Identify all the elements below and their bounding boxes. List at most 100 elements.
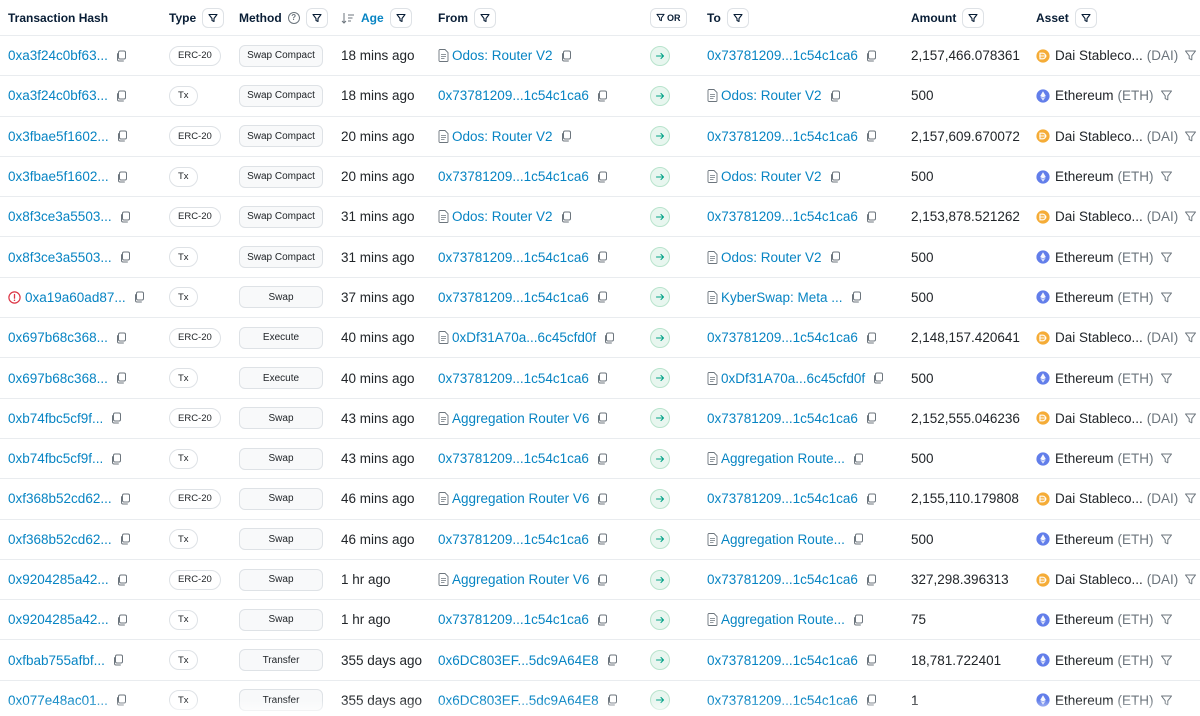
copy-icon[interactable] (850, 291, 862, 303)
tx-hash-link[interactable]: 0xf368b52cd62... (8, 532, 112, 547)
type-filter-button[interactable] (202, 7, 225, 28)
to-address-link[interactable]: 0x73781209...1c54c1ca6 (707, 572, 858, 587)
tx-hash-link[interactable]: 0x697b68c368... (8, 330, 108, 345)
amount-filter-button[interactable] (962, 7, 985, 28)
filter-icon[interactable] (1184, 412, 1197, 425)
copy-icon[interactable] (119, 493, 131, 505)
copy-icon[interactable] (112, 654, 124, 666)
from-address-link[interactable]: 0x73781209...1c54c1ca6 (438, 532, 589, 547)
copy-icon[interactable] (865, 50, 877, 62)
filter-icon[interactable] (1184, 130, 1197, 143)
header-age-label[interactable]: Age (361, 11, 384, 25)
filter-icon[interactable] (1160, 694, 1173, 707)
to-address-link[interactable]: Odos: Router V2 (721, 250, 822, 265)
asset-name-link[interactable]: Ethereum (1055, 371, 1114, 386)
from-address-link[interactable]: Odos: Router V2 (452, 209, 553, 224)
asset-name-link[interactable]: Dai Stableco... (1055, 491, 1143, 506)
copy-icon[interactable] (560, 130, 572, 142)
tx-hash-link[interactable]: 0xf368b52cd62... (8, 491, 112, 506)
from-address-link[interactable]: 0x73781209...1c54c1ca6 (438, 88, 589, 103)
from-address-link[interactable]: Aggregation Router V6 (452, 572, 589, 587)
to-address-link[interactable]: 0x73781209...1c54c1ca6 (707, 411, 858, 426)
from-address-link[interactable]: Aggregation Router V6 (452, 491, 589, 506)
copy-icon[interactable] (865, 412, 877, 424)
copy-icon[interactable] (596, 251, 608, 263)
to-address-link[interactable]: 0x73781209...1c54c1ca6 (707, 693, 858, 708)
copy-icon[interactable] (606, 654, 618, 666)
tx-hash-link[interactable]: 0xb74fbc5cf9f... (8, 411, 103, 426)
copy-icon[interactable] (596, 493, 608, 505)
asset-name-link[interactable]: Ethereum (1055, 290, 1114, 305)
from-address-link[interactable]: 0x6DC803EF...5dc9A64E8 (438, 693, 599, 708)
to-address-link[interactable]: Odos: Router V2 (721, 88, 822, 103)
tx-hash-link[interactable]: 0x9204285a42... (8, 572, 109, 587)
copy-icon[interactable] (596, 291, 608, 303)
to-address-link[interactable]: Odos: Router V2 (721, 169, 822, 184)
asset-name-link[interactable]: Ethereum (1055, 88, 1114, 103)
asset-name-link[interactable]: Ethereum (1055, 612, 1114, 627)
filter-icon[interactable] (1160, 89, 1173, 102)
from-address-link[interactable]: Odos: Router V2 (452, 129, 553, 144)
copy-icon[interactable] (119, 251, 131, 263)
tx-hash-link[interactable]: 0xb74fbc5cf9f... (8, 451, 103, 466)
tx-hash-link[interactable]: 0x077e48ac01... (8, 693, 108, 708)
tx-hash-link[interactable]: 0x3fbae5f1602... (8, 169, 109, 184)
copy-icon[interactable] (852, 614, 864, 626)
copy-icon[interactable] (852, 533, 864, 545)
to-address-link[interactable]: 0x73781209...1c54c1ca6 (707, 330, 858, 345)
tx-hash-link[interactable]: 0x8f3ce3a5503... (8, 250, 112, 265)
copy-icon[interactable] (865, 130, 877, 142)
tx-hash-link[interactable]: 0x8f3ce3a5503... (8, 209, 112, 224)
asset-filter-button[interactable] (1074, 7, 1097, 28)
copy-icon[interactable] (115, 694, 127, 706)
copy-icon[interactable] (596, 372, 608, 384)
from-address-link[interactable]: 0x73781209...1c54c1ca6 (438, 250, 589, 265)
filter-icon[interactable] (1184, 573, 1197, 586)
filter-icon[interactable] (1184, 492, 1197, 505)
copy-icon[interactable] (116, 130, 128, 142)
tx-hash-link[interactable]: 0xa3f24c0bf63... (8, 48, 108, 63)
copy-icon[interactable] (133, 291, 145, 303)
from-address-link[interactable]: Aggregation Router V6 (452, 411, 589, 426)
tx-hash-link[interactable]: 0xa3f24c0bf63... (8, 88, 108, 103)
copy-icon[interactable] (115, 372, 127, 384)
from-address-link[interactable]: 0x73781209...1c54c1ca6 (438, 290, 589, 305)
copy-icon[interactable] (115, 90, 127, 102)
filter-icon[interactable] (1160, 170, 1173, 183)
sort-icon[interactable] (341, 12, 355, 24)
asset-name-link[interactable]: Dai Stableco... (1055, 572, 1143, 587)
to-address-link[interactable]: Aggregation Route... (721, 532, 845, 547)
method-filter-button[interactable] (305, 7, 328, 28)
copy-icon[interactable] (603, 332, 615, 344)
to-address-link[interactable]: KyberSwap: Meta ... (721, 290, 843, 305)
asset-name-link[interactable]: Dai Stableco... (1055, 209, 1143, 224)
filter-icon[interactable] (1160, 533, 1173, 546)
copy-icon[interactable] (110, 453, 122, 465)
header-age[interactable]: Age (341, 7, 433, 28)
or-filter-button[interactable]: OR (650, 7, 687, 28)
copy-icon[interactable] (116, 574, 128, 586)
copy-icon[interactable] (596, 614, 608, 626)
copy-icon[interactable] (560, 50, 572, 62)
copy-icon[interactable] (865, 332, 877, 344)
filter-icon[interactable] (1184, 210, 1197, 223)
from-address-link[interactable]: 0x73781209...1c54c1ca6 (438, 169, 589, 184)
tx-hash-link[interactable]: 0x9204285a42... (8, 612, 109, 627)
copy-icon[interactable] (596, 533, 608, 545)
copy-icon[interactable] (115, 50, 127, 62)
to-address-link[interactable]: 0xDf31A70a...6c45cfd0f (721, 371, 865, 386)
copy-icon[interactable] (865, 211, 877, 223)
filter-icon[interactable] (1160, 291, 1173, 304)
copy-icon[interactable] (115, 332, 127, 344)
copy-icon[interactable] (829, 171, 841, 183)
from-address-link[interactable]: Odos: Router V2 (452, 48, 553, 63)
to-address-link[interactable]: 0x73781209...1c54c1ca6 (707, 209, 858, 224)
copy-icon[interactable] (829, 90, 841, 102)
to-address-link[interactable]: 0x73781209...1c54c1ca6 (707, 48, 858, 63)
copy-icon[interactable] (119, 211, 131, 223)
copy-icon[interactable] (865, 654, 877, 666)
tx-hash-link[interactable]: 0x697b68c368... (8, 371, 108, 386)
copy-icon[interactable] (116, 614, 128, 626)
tx-hash-link[interactable]: 0xa19a60ad87... (25, 290, 126, 305)
asset-name-link[interactable]: Ethereum (1055, 653, 1114, 668)
